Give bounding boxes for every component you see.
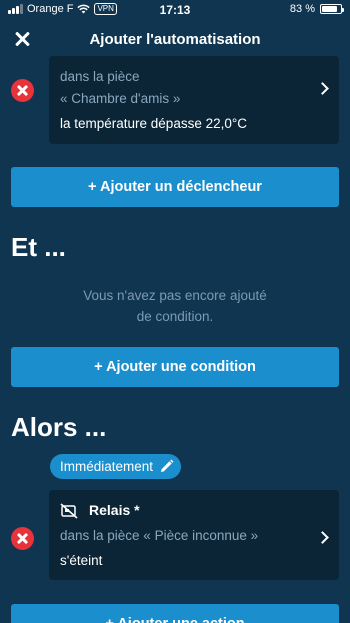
battery-icon xyxy=(320,4,344,14)
conditions-empty-line-2: de condition. xyxy=(136,309,214,324)
timing-pill-label: Immédiatement xyxy=(60,459,154,474)
trigger-room-line: dans la pièce xyxy=(60,69,140,84)
timing-pill[interactable]: Immédiatement xyxy=(50,454,182,479)
status-bar: Orange F VPN 17:13 83 % xyxy=(0,0,350,20)
trigger-card[interactable]: dans la pièce « Chambre d'amis » la temp… xyxy=(49,56,339,144)
action-text: s'éteint xyxy=(60,553,103,568)
trigger-room-name: « Chambre d'amis » xyxy=(60,91,181,106)
actions-heading: Alors ... xyxy=(11,412,107,442)
nav-bar: Ajouter l'automatisation xyxy=(0,20,350,60)
trigger-condition-text: la température dépasse 22,0°C xyxy=(60,116,248,131)
remove-trigger-button[interactable] xyxy=(11,79,34,102)
battery-percent: 83 % xyxy=(289,3,315,15)
status-right: 83 % xyxy=(289,3,344,15)
action-card[interactable]: Relais * dans la pièce « Pièce inconnue … xyxy=(49,490,339,580)
pencil-icon xyxy=(161,459,174,472)
conditions-heading: Et ... xyxy=(11,232,66,262)
add-trigger-button[interactable]: + Ajouter un déclencheur xyxy=(11,167,339,207)
battery-fill xyxy=(322,6,337,12)
chevron-right-icon xyxy=(316,82,329,95)
add-condition-button[interactable]: + Ajouter une condition xyxy=(11,347,339,387)
action-room-line: dans la pièce « Pièce inconnue » xyxy=(60,528,259,543)
remove-action-button[interactable] xyxy=(11,527,34,550)
action-device-name: Relais * xyxy=(89,502,140,518)
page-title: Ajouter l'automatisation xyxy=(89,31,261,48)
chevron-right-icon xyxy=(316,531,329,544)
conditions-empty-line-1: Vous n'avez pas encore ajouté xyxy=(83,288,267,303)
relay-off-icon xyxy=(60,503,78,519)
add-action-button[interactable]: + Ajouter une action xyxy=(11,604,339,623)
